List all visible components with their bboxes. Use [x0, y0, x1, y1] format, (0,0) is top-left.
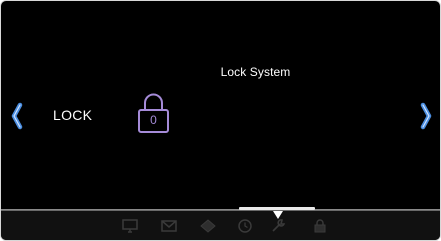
dock-clock-button[interactable]	[237, 219, 253, 233]
clock-icon	[238, 219, 252, 233]
previous-page-button[interactable]	[11, 102, 23, 130]
mail-icon	[161, 220, 177, 232]
lock-value: 0	[150, 113, 157, 127]
dock-lock-button[interactable]	[312, 219, 328, 233]
monitor-icon	[122, 219, 138, 233]
lock-label: LOCK	[53, 107, 93, 123]
lock-system-screen: Lock System LOCK 0	[0, 0, 441, 241]
page-title: Lock System	[220, 65, 291, 79]
chevron-right-icon	[420, 102, 432, 130]
dock-mail-button[interactable]	[161, 219, 177, 233]
dock-divider	[1, 209, 440, 211]
chevron-left-icon	[11, 102, 23, 130]
diamond-icon	[200, 219, 216, 233]
lock-toggle-button[interactable]: 0	[137, 93, 170, 135]
next-page-button[interactable]	[420, 102, 432, 130]
lock-icon	[314, 219, 326, 233]
dock-diamond-button[interactable]	[200, 219, 216, 233]
bottom-dock	[1, 211, 440, 240]
dock-tool-button[interactable]	[271, 219, 287, 233]
tool-icon	[272, 219, 286, 232]
dock-monitor-button[interactable]	[122, 219, 138, 233]
